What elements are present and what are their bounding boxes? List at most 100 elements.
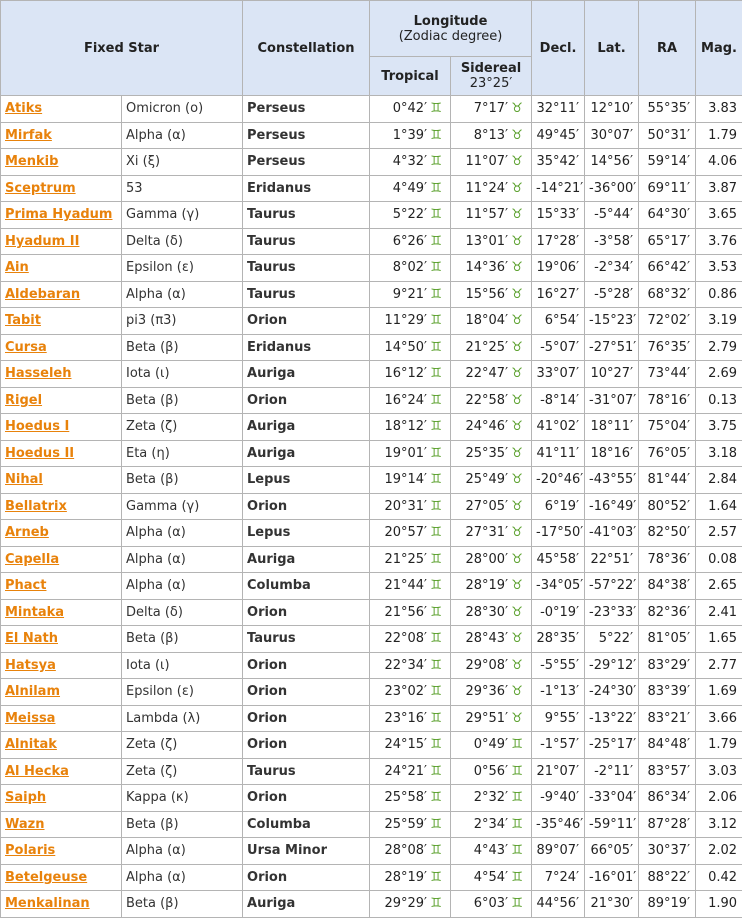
designation-cell: Alpha (α) bbox=[122, 864, 243, 891]
sidereal-value: 27°05′ bbox=[465, 499, 508, 514]
tropical-value: 25°58′ bbox=[384, 790, 427, 805]
designation-cell: Gamma (γ) bbox=[122, 202, 243, 229]
star-name-link[interactable]: Ain bbox=[5, 260, 29, 275]
star-name-link[interactable]: Mintaka bbox=[5, 605, 64, 620]
latitude-cell: -43°55′ bbox=[585, 467, 639, 494]
right-ascension-cell: 76°05′ bbox=[639, 440, 696, 467]
latitude-cell: -16°49′ bbox=[585, 493, 639, 520]
tropical-value: 24°15′ bbox=[384, 737, 427, 752]
tropical-cell: 4°49′♊ bbox=[370, 175, 451, 202]
sidereal-value: 25°35′ bbox=[465, 446, 508, 461]
header-zodiac-degree: (Zodiac degree) bbox=[399, 29, 503, 44]
sidereal-value: 28°43′ bbox=[465, 631, 508, 646]
star-name-cell: Mintaka bbox=[1, 599, 122, 626]
header-decl: Decl. bbox=[532, 1, 585, 96]
table-row: HasselehIota (ι)Auriga16°12′♊22°47′♉33°0… bbox=[1, 361, 742, 388]
magnitude-cell: 4.06 bbox=[696, 149, 742, 176]
star-name-link[interactable]: Bellatrix bbox=[5, 499, 67, 514]
star-name-link[interactable]: Alnitak bbox=[5, 737, 57, 752]
header-fixed-star: Fixed Star bbox=[1, 1, 243, 96]
star-name-link[interactable]: Mirfak bbox=[5, 128, 52, 143]
magnitude-cell: 3.87 bbox=[696, 175, 742, 202]
star-name-link[interactable]: Meissa bbox=[5, 711, 55, 726]
star-name-link[interactable]: Sceptrum bbox=[5, 181, 76, 196]
zodiac-sign-icon: ♉ bbox=[511, 414, 523, 439]
star-name-link[interactable]: Capella bbox=[5, 552, 59, 567]
zodiac-sign-icon: ♉ bbox=[511, 335, 523, 360]
right-ascension-cell: 82°36′ bbox=[639, 599, 696, 626]
sidereal-value: 28°19′ bbox=[465, 578, 508, 593]
star-name-link[interactable]: Hasseleh bbox=[5, 366, 71, 381]
right-ascension-cell: 30°37′ bbox=[639, 838, 696, 865]
zodiac-sign-icon: ♊ bbox=[430, 361, 442, 386]
star-name-link[interactable]: Saiph bbox=[5, 790, 46, 805]
zodiac-sign-icon: ♊ bbox=[430, 441, 442, 466]
star-name-cell: Sceptrum bbox=[1, 175, 122, 202]
star-name-link[interactable]: Alnilam bbox=[5, 684, 60, 699]
star-name-link[interactable]: Prima Hyadum bbox=[5, 207, 112, 222]
magnitude-cell: 3.83 bbox=[696, 96, 742, 123]
star-name-link[interactable]: Hyadum II bbox=[5, 234, 79, 249]
star-name-link[interactable]: Phact bbox=[5, 578, 46, 593]
latitude-cell: -3°58′ bbox=[585, 228, 639, 255]
latitude-cell: 14°56′ bbox=[585, 149, 639, 176]
fixed-stars-table: Fixed Star Constellation Longitude (Zodi… bbox=[0, 0, 742, 918]
sidereal-value: 4°54′ bbox=[474, 870, 508, 885]
star-name-link[interactable]: Tabit bbox=[5, 313, 41, 328]
star-name-link[interactable]: Arneb bbox=[5, 525, 49, 540]
zodiac-sign-icon: ♊ bbox=[430, 838, 442, 863]
tropical-cell: 8°02′♊ bbox=[370, 255, 451, 282]
right-ascension-cell: 69°11′ bbox=[639, 175, 696, 202]
declination-cell: -5°07′ bbox=[532, 334, 585, 361]
star-name-link[interactable]: Rigel bbox=[5, 393, 42, 408]
star-name-link[interactable]: Nihal bbox=[5, 472, 43, 487]
declination-cell: 19°06′ bbox=[532, 255, 585, 282]
star-name-link[interactable]: Cursa bbox=[5, 340, 47, 355]
latitude-cell: -36°00′ bbox=[585, 175, 639, 202]
tropical-value: 5°22′ bbox=[393, 207, 427, 222]
designation-cell: Alpha (α) bbox=[122, 573, 243, 600]
zodiac-sign-icon: ♊ bbox=[430, 282, 442, 307]
right-ascension-cell: 84°38′ bbox=[639, 573, 696, 600]
declination-cell: -5°55′ bbox=[532, 652, 585, 679]
star-name-link[interactable]: Polaris bbox=[5, 843, 55, 858]
designation-cell: Xi (ξ) bbox=[122, 149, 243, 176]
tropical-cell: 18°12′♊ bbox=[370, 414, 451, 441]
star-name-cell: Wazn bbox=[1, 811, 122, 838]
sidereal-value: 2°34′ bbox=[474, 817, 508, 832]
table-row: AinEpsilon (ε)Taurus8°02′♊14°36′♉19°06′-… bbox=[1, 255, 742, 282]
star-name-link[interactable]: Atiks bbox=[5, 101, 42, 116]
star-name-link[interactable]: Menkalinan bbox=[5, 896, 90, 911]
tropical-cell: 22°08′♊ bbox=[370, 626, 451, 653]
star-name-link[interactable]: El Nath bbox=[5, 631, 58, 646]
tropical-cell: 5°22′♊ bbox=[370, 202, 451, 229]
star-name-link[interactable]: Hoedus I bbox=[5, 419, 69, 434]
right-ascension-cell: 78°16′ bbox=[639, 387, 696, 414]
right-ascension-cell: 81°05′ bbox=[639, 626, 696, 653]
star-name-cell: Nihal bbox=[1, 467, 122, 494]
star-name-link[interactable]: Hatsya bbox=[5, 658, 56, 673]
right-ascension-cell: 83°21′ bbox=[639, 705, 696, 732]
star-name-link[interactable]: Hoedus II bbox=[5, 446, 74, 461]
star-name-link[interactable]: Betelgeuse bbox=[5, 870, 87, 885]
declination-cell: 21°07′ bbox=[532, 758, 585, 785]
declination-cell: 44°56′ bbox=[532, 891, 585, 918]
star-name-link[interactable]: Menkib bbox=[5, 154, 58, 169]
tropical-cell: 19°14′♊ bbox=[370, 467, 451, 494]
tropical-value: 8°02′ bbox=[393, 260, 427, 275]
star-name-cell: Hoedus II bbox=[1, 440, 122, 467]
constellation-cell: Orion bbox=[243, 493, 370, 520]
declination-cell: -0°19′ bbox=[532, 599, 585, 626]
sidereal-value: 8°13′ bbox=[474, 128, 508, 143]
designation-cell: Delta (δ) bbox=[122, 599, 243, 626]
star-name-link[interactable]: Aldebaran bbox=[5, 287, 80, 302]
tropical-cell: 29°29′♊ bbox=[370, 891, 451, 918]
star-name-link[interactable]: Wazn bbox=[5, 817, 44, 832]
sidereal-value: 25°49′ bbox=[465, 472, 508, 487]
star-name-cell: Rigel bbox=[1, 387, 122, 414]
tropical-value: 4°49′ bbox=[393, 181, 427, 196]
declination-cell: 7°24′ bbox=[532, 864, 585, 891]
constellation-cell: Perseus bbox=[243, 122, 370, 149]
sidereal-value: 11°07′ bbox=[465, 154, 508, 169]
star-name-link[interactable]: Al Hecka bbox=[5, 764, 69, 779]
